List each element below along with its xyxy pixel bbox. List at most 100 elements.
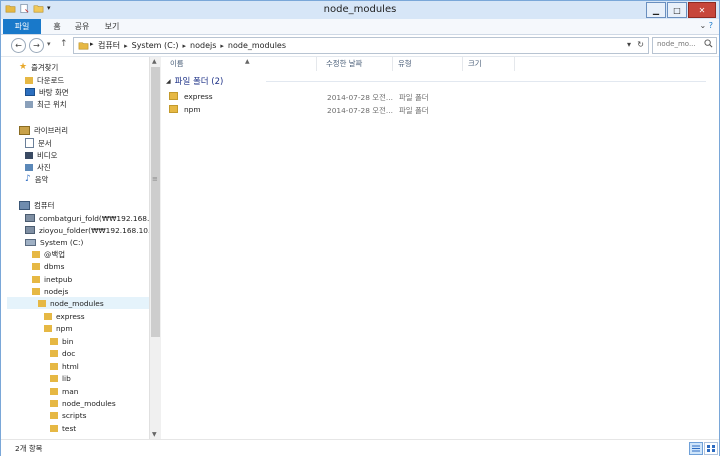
back-button[interactable]: ←: [11, 38, 26, 53]
nav-tree-item[interactable]: scripts: [50, 409, 86, 421]
maximize-icon: □: [673, 5, 681, 15]
search-input[interactable]: node_mo...: [652, 37, 717, 54]
nav-tree-label: dbms: [44, 261, 65, 271]
folder-icon: [50, 337, 58, 345]
scroll-up-icon[interactable]: ▲: [152, 58, 157, 65]
nav-network-drive-1-label: combatguri_fold(₩₩192.168.10.10: [39, 213, 149, 223]
ribbon-expand-icon[interactable]: ⌄ ?: [700, 21, 714, 30]
scroll-down-icon[interactable]: ▼: [152, 431, 157, 438]
minimize-button[interactable]: ▁: [646, 2, 666, 18]
breadcrumb-computer[interactable]: 컴퓨터: [98, 40, 120, 51]
nav-tree-item-selected[interactable]: node_modules: [7, 297, 149, 309]
nav-documents-label: 문서: [38, 138, 52, 148]
folder-icon: [38, 299, 46, 307]
folder-icon: [32, 262, 40, 270]
nav-tree-label: scripts: [62, 410, 87, 420]
minimize-icon: ▁: [652, 5, 660, 15]
nav-computer[interactable]: 컴퓨터: [19, 199, 54, 211]
nav-system-drive[interactable]: System (C:): [25, 236, 83, 248]
large-icons-view-button[interactable]: [704, 442, 718, 455]
up-button[interactable]: ↑: [60, 39, 68, 49]
nav-tree-label: express: [56, 311, 85, 321]
nav-tree-item[interactable]: inetpub: [32, 273, 72, 285]
nav-favorites[interactable]: ★ 즐겨찾기: [19, 61, 58, 73]
file-date: 2014-07-28 오전...: [327, 93, 393, 102]
nav-tree-item[interactable]: @백업: [32, 248, 65, 260]
nav-videos-label: 비디오: [37, 150, 58, 160]
nav-favorites-label: 즐겨찾기: [31, 62, 59, 72]
details-view-icon: [692, 445, 700, 452]
nav-tree-label: doc: [62, 348, 76, 358]
nav-libraries[interactable]: 라이브러리: [19, 124, 68, 136]
nav-recent-places[interactable]: 최근 위치: [25, 98, 67, 110]
breadcrumb-nodejs[interactable]: nodejs: [190, 41, 216, 50]
breadcrumb-node-modules[interactable]: node_modules: [228, 41, 286, 50]
history-dropdown-icon[interactable]: ▾: [627, 40, 631, 49]
column-header-size-label: 크기: [468, 59, 482, 68]
group-label: 파일 폴더 (2): [174, 77, 224, 87]
nav-pictures[interactable]: 사진: [25, 161, 51, 173]
nav-tree-item[interactable]: express: [44, 310, 85, 322]
nav-tree-item[interactable]: test: [50, 422, 76, 434]
nav-downloads[interactable]: 다운로드: [25, 74, 64, 86]
scrollbar-thumb[interactable]: [151, 67, 160, 337]
large-icons-view-icon: [707, 445, 715, 452]
refresh-icon[interactable]: ↻: [637, 40, 644, 49]
music-icon: ♪: [25, 174, 31, 184]
table-row[interactable]: express 2014-07-28 오전... 파일 폴더: [169, 91, 549, 103]
nav-tree-item[interactable]: nodejs: [32, 285, 68, 297]
nav-desktop[interactable]: 바탕 화면: [25, 86, 69, 98]
column-header-size[interactable]: 크기: [463, 57, 515, 71]
tab-share[interactable]: 공유: [71, 19, 93, 34]
folder-icon: [44, 312, 52, 320]
nav-tree-label: bin: [62, 336, 74, 346]
column-header-type-label: 유형: [398, 59, 412, 68]
nav-tree-label: node_modules: [62, 398, 116, 408]
tab-home[interactable]: 홈: [47, 19, 67, 34]
breadcrumb-drive[interactable]: System (C:): [132, 41, 179, 50]
file-type: 파일 폴더: [399, 93, 429, 102]
nav-music[interactable]: ♪ 음악: [25, 173, 48, 185]
status-bar: 2개 항목: [1, 439, 719, 456]
nav-tree-item[interactable]: node_modules: [50, 397, 116, 409]
navigation-scrollbar[interactable]: ▲ ≡ ▼: [149, 57, 161, 439]
nav-tree-label: @백업: [44, 249, 65, 259]
nav-downloads-label: 다운로드: [37, 75, 65, 85]
column-header-type[interactable]: 유형: [393, 57, 463, 71]
group-header[interactable]: ◢ 파일 폴더 (2): [166, 75, 706, 87]
tab-view[interactable]: 보기: [101, 19, 123, 34]
nav-tree-item[interactable]: html: [50, 360, 79, 372]
address-bar[interactable]: ▸ 컴퓨터 ▸ System (C:) ▸ nodejs ▸ node_modu…: [73, 37, 649, 54]
folder-icon: [50, 349, 58, 357]
search-icon: [704, 39, 713, 48]
file-name: npm: [184, 105, 201, 114]
nav-tree-item[interactable]: dbms: [32, 260, 64, 272]
file-list-pane: 이름 ▲ 수정한 날짜 유형 크기 ◢ 파일 폴더 (2) express 20…: [163, 57, 719, 439]
column-header-date-label: 수정한 날짜: [326, 59, 363, 68]
nav-libraries-label: 라이브러리: [34, 125, 68, 135]
chevron-right-icon: ▸: [220, 41, 224, 50]
column-header-name[interactable]: 이름 ▲: [165, 57, 317, 71]
nav-tree-item[interactable]: npm: [44, 322, 73, 334]
close-button[interactable]: ✕: [688, 2, 716, 18]
nav-network-drive-2[interactable]: zioyou_folder(₩₩192.168.10.102): [25, 224, 149, 236]
nav-tree-item[interactable]: bin: [50, 335, 73, 347]
column-header-date[interactable]: 수정한 날짜: [321, 57, 393, 71]
recent-locations-icon[interactable]: ▾: [47, 40, 51, 48]
forward-button[interactable]: →: [29, 38, 44, 53]
maximize-button[interactable]: □: [667, 2, 687, 18]
nav-tree-item[interactable]: lib: [50, 372, 71, 384]
folder-icon: [78, 42, 89, 50]
nav-tree-label: node_modules: [50, 298, 104, 308]
nav-tree-item[interactable]: doc: [50, 347, 75, 359]
sort-ascending-icon: ▲: [245, 58, 250, 65]
libraries-icon: [19, 125, 30, 135]
chevron-right-icon: ▸: [124, 41, 128, 50]
nav-videos[interactable]: 비디오: [25, 149, 57, 161]
table-row[interactable]: npm 2014-07-28 오전... 파일 폴더: [169, 104, 549, 116]
details-view-button[interactable]: [689, 442, 703, 455]
nav-network-drive-1[interactable]: combatguri_fold(₩₩192.168.10.10: [25, 212, 149, 224]
nav-tree-item[interactable]: man: [50, 385, 78, 397]
nav-documents[interactable]: 문서: [25, 137, 52, 149]
tab-file[interactable]: 파일: [3, 19, 41, 34]
